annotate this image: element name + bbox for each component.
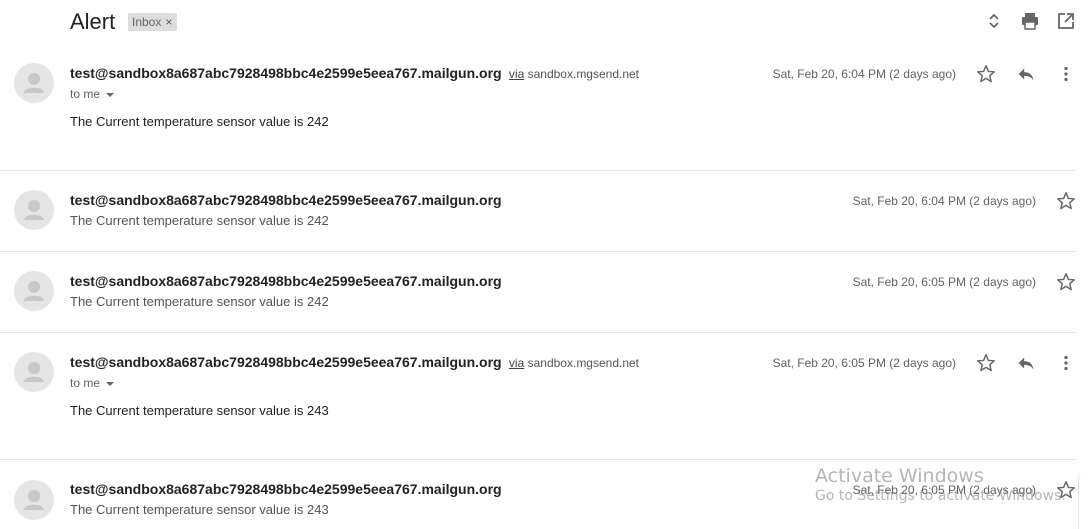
person-icon (24, 200, 44, 220)
print-icon[interactable] (1020, 11, 1040, 31)
message-snippet: The Current temperature sensor value is … (70, 213, 329, 228)
message-date: Sat, Feb 20, 6:05 PM (2 days ago) (852, 483, 1036, 497)
recipient-dropdown[interactable]: to me (70, 87, 115, 101)
message-date: Sat, Feb 20, 6:05 PM (2 days ago) (772, 356, 956, 370)
divider (0, 459, 1076, 460)
recipient-dropdown[interactable]: to me (70, 376, 115, 390)
message-snippet: The Current temperature sensor value is … (70, 294, 329, 309)
divider (0, 251, 1076, 252)
more-options-icon[interactable] (1055, 352, 1077, 374)
message-body: The Current temperature sensor value is … (70, 403, 329, 418)
caret-down-icon (106, 381, 115, 386)
sender-email: test@sandbox8a687abc7928498bbc4e2599e5ee… (70, 354, 502, 370)
thread-subject: Alert (70, 9, 116, 34)
avatar (14, 63, 54, 103)
open-new-window-icon[interactable] (1056, 11, 1076, 31)
expand-collapse-icon[interactable] (984, 11, 1004, 31)
avatar (14, 480, 54, 520)
reply-icon[interactable] (1015, 63, 1037, 85)
recipient-text: to me (70, 376, 101, 390)
star-icon[interactable] (1055, 190, 1077, 212)
avatar (14, 352, 54, 392)
via-word[interactable]: via (509, 356, 524, 370)
star-icon[interactable] (1055, 479, 1077, 501)
star-icon[interactable] (975, 352, 997, 374)
reply-icon[interactable] (1015, 352, 1037, 374)
divider (0, 170, 1076, 171)
thread-header: Alert Inbox × (0, 0, 1089, 44)
person-icon (24, 281, 44, 301)
avatar (14, 190, 54, 230)
star-icon[interactable] (1055, 271, 1077, 293)
message-date: Sat, Feb 20, 6:05 PM (2 days ago) (852, 275, 1036, 289)
recipient-text: to me (70, 87, 101, 101)
avatar (14, 271, 54, 311)
via-domain: sandbox.mgsend.net (527, 356, 640, 370)
via-info: via sandbox.mgsend.net (506, 356, 639, 370)
sender-address[interactable]: test@sandbox8a687abc7928498bbc4e2599e5ee… (70, 354, 639, 370)
message-date: Sat, Feb 20, 6:04 PM (2 days ago) (852, 194, 1036, 208)
scroll-edge (1078, 470, 1089, 529)
sender-email[interactable]: test@sandbox8a687abc7928498bbc4e2599e5ee… (70, 273, 502, 289)
star-icon[interactable] (975, 63, 997, 85)
sender-address[interactable]: test@sandbox8a687abc7928498bbc4e2599e5ee… (70, 65, 639, 81)
message-body: The Current temperature sensor value is … (70, 114, 329, 129)
inbox-label-chip[interactable]: Inbox × (128, 13, 178, 31)
label-text: Inbox (132, 15, 162, 29)
message-snippet: The Current temperature sensor value is … (70, 502, 329, 517)
more-options-icon[interactable] (1055, 63, 1077, 85)
person-icon (24, 490, 44, 510)
sender-email[interactable]: test@sandbox8a687abc7928498bbc4e2599e5ee… (70, 192, 502, 208)
caret-down-icon (106, 92, 115, 97)
via-word[interactable]: via (509, 67, 524, 81)
divider (0, 332, 1076, 333)
sender-email[interactable]: test@sandbox8a687abc7928498bbc4e2599e5ee… (70, 481, 502, 497)
sender-email: test@sandbox8a687abc7928498bbc4e2599e5ee… (70, 65, 502, 81)
via-domain: sandbox.mgsend.net (527, 67, 640, 81)
message-date: Sat, Feb 20, 6:04 PM (2 days ago) (772, 67, 956, 81)
via-info: via sandbox.mgsend.net (506, 67, 639, 81)
remove-label-icon[interactable]: × (165, 15, 172, 29)
person-icon (24, 362, 44, 382)
person-icon (24, 73, 44, 93)
